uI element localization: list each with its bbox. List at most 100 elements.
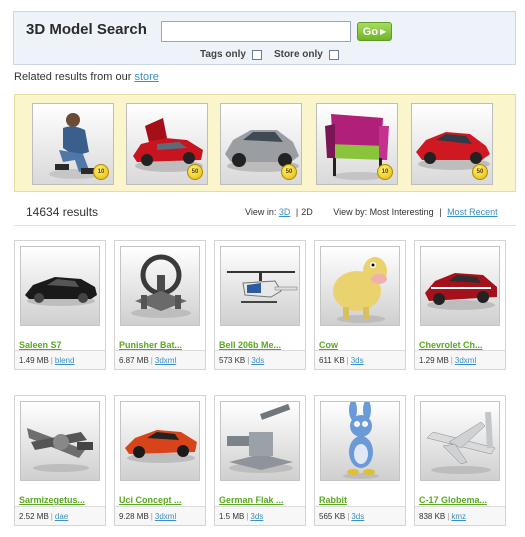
model-format-link[interactable]: 3ds (351, 356, 364, 365)
store-link[interactable]: store (134, 71, 158, 83)
store-price-badge: 50 (281, 164, 297, 180)
model-meta: 573 KB | 3ds (215, 350, 305, 369)
tags-only-label: Tags only (200, 49, 246, 60)
view-by-label: View by: (333, 207, 368, 217)
model-format-link[interactable]: 3dxml (455, 356, 476, 365)
model-thumbnail[interactable] (420, 401, 500, 481)
model-meta: 565 KB | 3ds (315, 506, 405, 525)
model-title[interactable]: Bell 206b Me... (219, 340, 303, 350)
search-panel: 3D Model Search Go ▶ Tags only Store onl… (13, 11, 516, 65)
model-title[interactable]: Uci Concept ... (119, 495, 203, 505)
go-button[interactable]: Go ▶ (357, 22, 392, 41)
sort-most-recent-link[interactable]: Most Recent (447, 207, 498, 217)
spaceship-icon (27, 428, 93, 472)
store-price-badge: 50 (187, 164, 203, 180)
model-title[interactable]: Sarmizegetus... (19, 495, 103, 505)
model-format-link[interactable]: 3dxml (155, 356, 176, 365)
model-meta: 838 KB | kmz (415, 506, 505, 525)
model-card[interactable]: Sarmizegetus... 2.52 MB | dae (14, 395, 106, 526)
model-size: 2.52 MB (19, 512, 49, 521)
model-size: 1.49 MB (19, 356, 49, 365)
model-thumbnail[interactable] (20, 401, 100, 481)
model-thumbnail[interactable] (20, 246, 100, 326)
model-thumbnail[interactable] (220, 246, 300, 326)
related-results: Related results from our store (14, 71, 159, 83)
store-item[interactable]: 50 (220, 103, 302, 185)
model-thumbnail[interactable] (320, 401, 400, 481)
model-meta: 1.29 MB | 3dxml (415, 350, 505, 369)
model-size: 611 KB (319, 356, 345, 365)
search-title: 3D Model Search (26, 21, 147, 38)
results-count: 14634 results (26, 205, 99, 219)
store-item[interactable]: 50 (411, 103, 493, 185)
model-size: 573 KB (219, 356, 246, 365)
store-only-label: Store only (273, 49, 323, 60)
view-in-label: View in: (245, 207, 277, 217)
model-thumbnail[interactable] (420, 246, 500, 326)
view-separator: | (295, 207, 299, 217)
flak-gun-icon (227, 403, 293, 473)
wheel-mechanism-icon (131, 254, 191, 318)
arrow-right-icon: ▶ (380, 27, 387, 36)
store-strip: 10 50 50 10 50 (14, 94, 516, 192)
view-3d-link[interactable]: 3D (279, 207, 291, 217)
model-size: 565 KB (319, 512, 346, 521)
tags-only-checkbox[interactable] (251, 49, 262, 60)
model-title[interactable]: C-17 Globema... (419, 495, 503, 505)
model-card[interactable]: Uci Concept ... 9.28 MB | 3dxml (114, 395, 206, 526)
store-item[interactable]: 10 (32, 103, 114, 185)
model-card[interactable]: Punisher Bat... 6.87 MB | 3dxml (114, 240, 206, 370)
model-card[interactable]: Cow 611 KB | 3ds (314, 240, 406, 370)
model-card[interactable]: C-17 Globema... 838 KB | kmz (414, 395, 506, 526)
model-thumbnail[interactable] (120, 246, 200, 326)
model-card[interactable]: Chevrolet Ch... 1.29 MB | 3dxml (414, 240, 506, 370)
helicopter-icon (227, 271, 298, 303)
model-title[interactable]: Cow (319, 340, 403, 350)
model-card[interactable]: Bell 206b Me... 573 KB | 3ds (214, 240, 306, 370)
model-format-link[interactable]: kmz (451, 512, 466, 521)
model-card[interactable]: German Flak ... 1.5 MB | 3ds (214, 395, 306, 526)
model-title[interactable]: Chevrolet Ch... (419, 340, 503, 350)
red-chevrolet-icon (425, 273, 497, 310)
model-thumbnail[interactable] (120, 401, 200, 481)
model-format-link[interactable]: 3ds (251, 356, 264, 365)
model-meta: 1.5 MB | 3ds (215, 506, 305, 525)
store-only-checkbox[interactable] (328, 49, 339, 60)
model-size: 6.87 MB (119, 356, 149, 365)
search-filters: Tags only Store only (200, 49, 351, 60)
model-size: 9.28 MB (119, 512, 149, 521)
store-price-badge: 10 (93, 164, 109, 180)
model-size: 1.5 MB (219, 512, 245, 521)
orange-concept-car-icon (125, 430, 197, 463)
cartoon-rabbit-icon (343, 402, 379, 479)
model-format-link[interactable]: 3dxml (155, 512, 176, 521)
model-meta: 1.49 MB | blend (15, 350, 105, 369)
model-meta: 6.87 MB | 3dxml (115, 350, 205, 369)
go-label: Go (362, 25, 379, 38)
model-title[interactable]: Punisher Bat... (119, 340, 203, 350)
model-size: 838 KB (419, 512, 446, 521)
view-options: View in: 3D | 2D View by: Most Interestin… (245, 207, 498, 217)
model-title[interactable]: German Flak ... (219, 495, 303, 505)
model-thumbnail[interactable] (220, 401, 300, 481)
model-title[interactable]: Saleen S7 (19, 340, 103, 350)
sort-separator: | (439, 207, 442, 217)
black-car-icon (25, 277, 97, 306)
search-input[interactable] (161, 21, 351, 42)
store-item[interactable]: 10 (316, 103, 398, 185)
store-price-badge: 10 (377, 164, 393, 180)
model-format-link[interactable]: 3ds (250, 512, 263, 521)
cargo-plane-icon (426, 412, 496, 474)
model-format-link[interactable]: dae (55, 512, 68, 521)
sort-most-interesting[interactable]: Most Interesting (370, 207, 434, 217)
model-format-link[interactable]: 3ds (351, 512, 364, 521)
model-thumbnail[interactable] (320, 246, 400, 326)
model-title[interactable]: Rabbit (319, 495, 403, 505)
model-card[interactable]: Saleen S7 1.49 MB | blend (14, 240, 106, 370)
model-meta: 9.28 MB | 3dxml (115, 506, 205, 525)
store-item[interactable]: 50 (126, 103, 208, 185)
model-format-link[interactable]: blend (55, 356, 75, 365)
model-card[interactable]: Rabbit 565 KB | 3ds (314, 395, 406, 526)
model-meta: 611 KB | 3ds (315, 350, 405, 369)
view-2d-label[interactable]: 2D (301, 207, 313, 217)
